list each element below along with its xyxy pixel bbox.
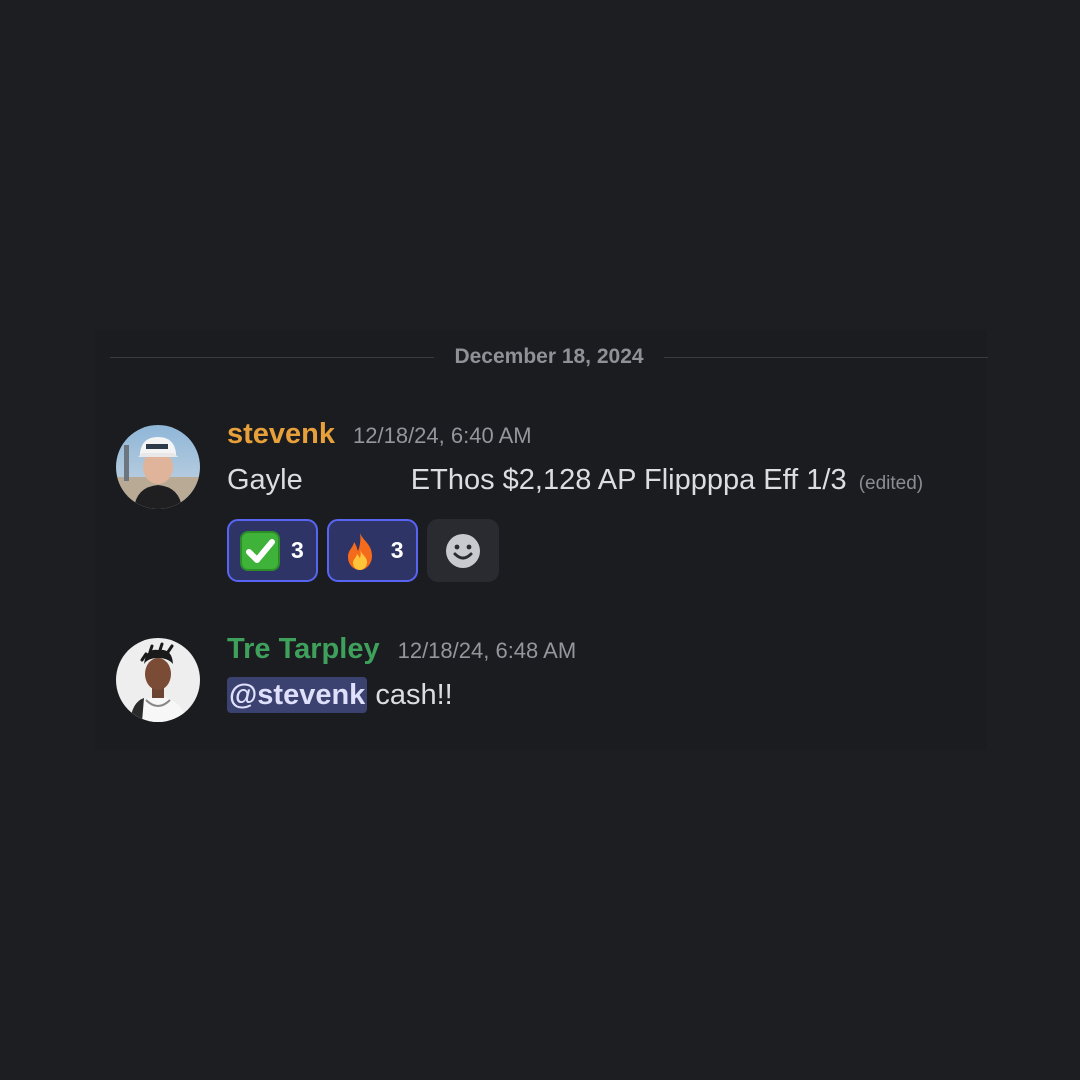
reaction-count: 3 (291, 537, 304, 563)
check-mark-button-icon (240, 530, 280, 571)
message-text: cash!! (375, 679, 453, 711)
avatar-stevenk[interactable] (116, 425, 200, 509)
edited-label: (edited) (858, 473, 924, 494)
user-mention[interactable]: @stevenk (227, 677, 368, 713)
message-header-2: Tre Tarpley 12/18/24, 6:48 AM (227, 633, 576, 666)
avatar-tre-tarpley[interactable] (116, 638, 200, 722)
reaction-count: 3 (390, 537, 404, 563)
add-reaction-button[interactable] (426, 519, 499, 582)
chat-screen: December 18, 2024 stevenk 12/18/24, 6:40… (0, 0, 1080, 1080)
divider-line-left (110, 356, 435, 358)
message-timestamp: 12/18/24, 6:48 AM (397, 638, 577, 663)
message-text-part1: Gayle (227, 464, 303, 496)
username-stevenk[interactable]: stevenk (227, 418, 335, 451)
date-divider: December 18, 2024 (110, 340, 989, 374)
message-text-1: Gayle EThos $2,128 AP Flippppa Eff 1/3 (e… (227, 464, 923, 497)
reaction-check[interactable]: 3 (227, 519, 318, 582)
avatar-tre-tarpley-image (116, 638, 200, 722)
message-header-1: stevenk 12/18/24, 6:40 AM (227, 418, 532, 451)
smiley-add-reaction-icon (445, 533, 480, 568)
divider-line-right (663, 356, 989, 358)
message-text-part2: EThos $2,128 AP Flippppa Eff 1/3 (410, 464, 847, 496)
date-divider-label: December 18, 2024 (454, 345, 644, 368)
avatar-stevenk-image (116, 425, 200, 509)
fire-icon (347, 532, 372, 570)
message-text-2: @stevenk cash!! (227, 677, 453, 713)
message-timestamp: 12/18/24, 6:40 AM (353, 423, 532, 448)
reactions-bar: 3 3 (227, 519, 499, 582)
username-tre-tarpley[interactable]: Tre Tarpley (227, 633, 380, 666)
reaction-fire[interactable]: 3 (326, 519, 418, 582)
